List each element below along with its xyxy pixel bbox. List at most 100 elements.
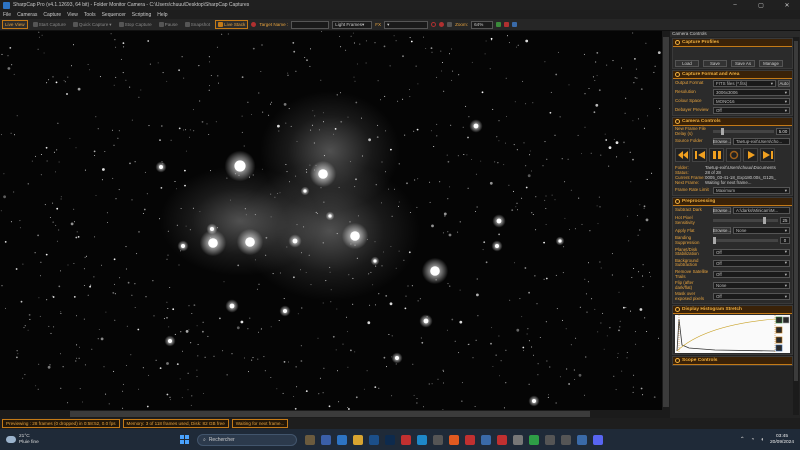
reticle-icon[interactable]	[431, 22, 437, 27]
snapshot-button[interactable]: Snapshot	[183, 21, 212, 28]
image-vertical-scrollbar[interactable]	[662, 31, 670, 418]
auto-button[interactable]: Auto	[778, 80, 790, 87]
slider-knob[interactable]	[721, 128, 724, 136]
image-viewport[interactable]	[0, 31, 670, 418]
histogram-icon[interactable]	[496, 22, 502, 27]
debayer-select[interactable]: Off ▾	[713, 107, 790, 114]
colour-space-select[interactable]: MONO16 ▾	[713, 98, 790, 105]
mask-select[interactable]: Off ▾	[713, 293, 790, 301]
quick-capture-button[interactable]: Quick Capture ▾	[71, 21, 114, 29]
volume-icon[interactable]: ◖	[760, 437, 764, 443]
start-capture-button[interactable]: Start Capture	[31, 21, 68, 28]
app-icon[interactable]	[337, 434, 347, 445]
task-view-icon[interactable]	[305, 434, 315, 445]
menu-file[interactable]: File	[3, 12, 11, 18]
frame-type-select[interactable]: Light Frames ▾	[332, 20, 373, 29]
slider-knob[interactable]	[763, 217, 766, 225]
histogram-header[interactable]: Display Histogram Stretch	[673, 305, 792, 314]
menu-capture[interactable]: Capture	[43, 12, 61, 18]
fast-rewind-button[interactable]	[675, 148, 690, 163]
menu-sequencer[interactable]: Sequencer	[102, 12, 126, 18]
skip-start-button[interactable]	[692, 148, 707, 163]
chevron-up-icon[interactable]: ⌃	[740, 436, 745, 443]
network-icon[interactable]: ◔	[751, 437, 755, 443]
slider-knob[interactable]	[713, 237, 716, 245]
scope-controls-header[interactable]: Scope Controls	[673, 356, 792, 365]
app-icon[interactable]	[481, 434, 491, 445]
camera-controls-header[interactable]: Camera Controls	[673, 118, 792, 126]
target-name-input[interactable]	[291, 20, 330, 29]
live-view-button[interactable]: Live View	[2, 20, 28, 29]
pause-button[interactable]: Pause	[157, 21, 180, 28]
output-format-select[interactable]: FITS files (*.fits) ▾	[713, 80, 776, 87]
flip-select[interactable]: None ▾	[713, 282, 790, 290]
subtract-dark-select[interactable]: A:\darks\Minicam\M...	[733, 207, 790, 215]
focus-icon[interactable]	[504, 22, 510, 27]
preprocessing-header[interactable]: Preprocessing	[673, 198, 792, 207]
image-horizontal-scrollbar[interactable]	[0, 410, 662, 418]
background-subtraction-select[interactable]: Off ▾	[713, 259, 790, 267]
stop-capture-button[interactable]: Stop Capture	[117, 21, 154, 28]
save-profile-button[interactable]: Save	[703, 60, 727, 67]
source-folder-browse-button[interactable]: Browse...	[713, 138, 731, 146]
hot-pixel-slider[interactable]	[713, 217, 778, 225]
app-icon[interactable]	[369, 434, 379, 445]
app-icon[interactable]	[433, 434, 443, 445]
banding-slider[interactable]	[713, 237, 778, 245]
file-explorer-icon[interactable]	[353, 434, 363, 445]
pause-playback-button[interactable]	[709, 148, 724, 163]
planet-stabilization-select[interactable]: Off ▾	[713, 248, 790, 256]
photoshop-icon[interactable]	[385, 434, 395, 445]
hot-pixel-value[interactable]: 25	[780, 217, 790, 225]
capture-format-header[interactable]: Capture Format and Area	[673, 71, 792, 79]
weather-widget[interactable]: 21°C Pluie fine	[0, 434, 110, 445]
app-icon[interactable]	[545, 434, 555, 445]
menu-cameras[interactable]: Cameras	[17, 12, 37, 18]
apply-flat-select[interactable]: None ▾	[733, 227, 790, 235]
app-icon[interactable]	[513, 434, 523, 445]
chrome-icon[interactable]	[529, 434, 539, 445]
menu-scripting[interactable]: Scripting	[132, 12, 151, 18]
windows-logo-icon[interactable]	[180, 435, 189, 444]
remove-satellite-select[interactable]: Off ▾	[713, 271, 790, 279]
maximize-icon[interactable]: ▢	[748, 0, 774, 10]
menu-tools[interactable]: Tools	[84, 12, 96, 18]
app-icon[interactable]	[321, 434, 331, 445]
discord-icon[interactable]	[593, 434, 603, 445]
frame-rate-select[interactable]: Maximum ▾	[713, 187, 790, 195]
menu-view[interactable]: View	[67, 12, 78, 18]
refresh-button[interactable]	[726, 148, 741, 163]
load-profile-button[interactable]: Load	[675, 60, 699, 67]
capture-profiles-header[interactable]: Capture Profiles	[673, 39, 792, 47]
tools-icon[interactable]	[512, 22, 518, 27]
minimize-icon[interactable]: –	[722, 0, 748, 10]
play-button[interactable]	[743, 148, 758, 163]
skip-end-button[interactable]	[760, 148, 775, 163]
manage-profile-button[interactable]: Manage	[759, 60, 783, 67]
app-icon[interactable]	[465, 434, 475, 445]
source-folder-select[interactable]: Taetup-exit\Users\cho...	[733, 138, 790, 146]
frame-delay-slider[interactable]	[713, 128, 774, 136]
app-icon[interactable]	[577, 434, 587, 445]
fx-select[interactable]: ▾	[384, 20, 429, 29]
save-as-profile-button[interactable]: Save As	[731, 60, 755, 67]
menu-help[interactable]: Help	[157, 12, 167, 18]
clock[interactable]: 03:45 20/09/2024	[770, 434, 794, 445]
zoom-select[interactable]: 64%	[471, 20, 494, 29]
record-dot-icon[interactable]	[439, 22, 445, 27]
app-icon[interactable]	[401, 434, 411, 445]
subtract-dark-browse-button[interactable]: Browse...	[713, 207, 731, 215]
panel-scrollbar[interactable]	[793, 37, 799, 415]
banding-value[interactable]: 0	[780, 237, 790, 245]
app-icon[interactable]	[497, 434, 507, 445]
firefox-icon[interactable]	[449, 434, 459, 445]
taskbar-search[interactable]: ⌕ Rechercher	[197, 433, 297, 446]
apply-flat-browse-button[interactable]: Browse...	[713, 227, 731, 235]
close-icon[interactable]: ✕	[774, 0, 800, 10]
live-stack-button[interactable]: Live Stack	[215, 20, 249, 29]
app-icon[interactable]	[561, 434, 571, 445]
resolution-select[interactable]: 3006x3006 ▾	[713, 89, 790, 96]
edge-icon[interactable]	[417, 434, 427, 445]
histogram-plot[interactable]	[675, 314, 790, 353]
target-icon[interactable]	[251, 22, 257, 27]
